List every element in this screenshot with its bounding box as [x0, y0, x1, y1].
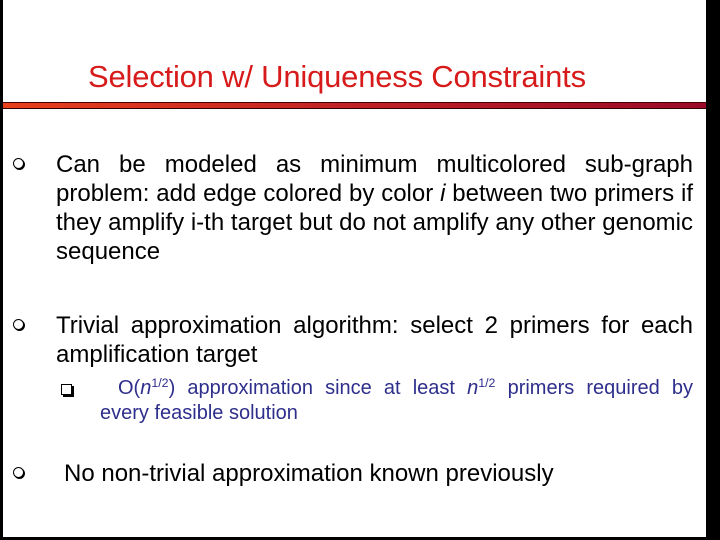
bullet-text: Trivial approximation algorithm: select … [56, 312, 693, 368]
math-var: n [467, 377, 479, 399]
sub-bullet-approx-ratio: O(n1/2) approximation since at least n1/… [100, 376, 693, 426]
bullet-text: No non-trivial approximation known previ… [64, 460, 554, 487]
bullet-modeling: Can be modeled as minimum multicolored s… [56, 150, 693, 266]
title-rule-divider [3, 102, 706, 109]
sub-bullet-text: ) approximation since at least [168, 377, 468, 399]
math-var: n [140, 377, 152, 399]
hollow-circle-bullet-icon [13, 158, 24, 169]
slide-body: Selection w/ Uniqueness Constraints Can … [3, 0, 706, 537]
sub-bullet-text: O( [118, 377, 141, 399]
bullet-no-prior-approx: No non-trivial approximation known previ… [64, 459, 694, 488]
math-exponent: 1/2 [151, 376, 169, 391]
bullet-trivial-approx: Trivial approximation algorithm: select … [56, 311, 693, 369]
hollow-circle-bullet-icon [13, 467, 24, 478]
math-exponent: 1/2 [478, 376, 496, 391]
slide-title: Selection w/ Uniqueness Constraints [88, 59, 586, 94]
hollow-circle-bullet-icon [13, 319, 24, 330]
hollow-square-bullet-icon [61, 384, 72, 395]
